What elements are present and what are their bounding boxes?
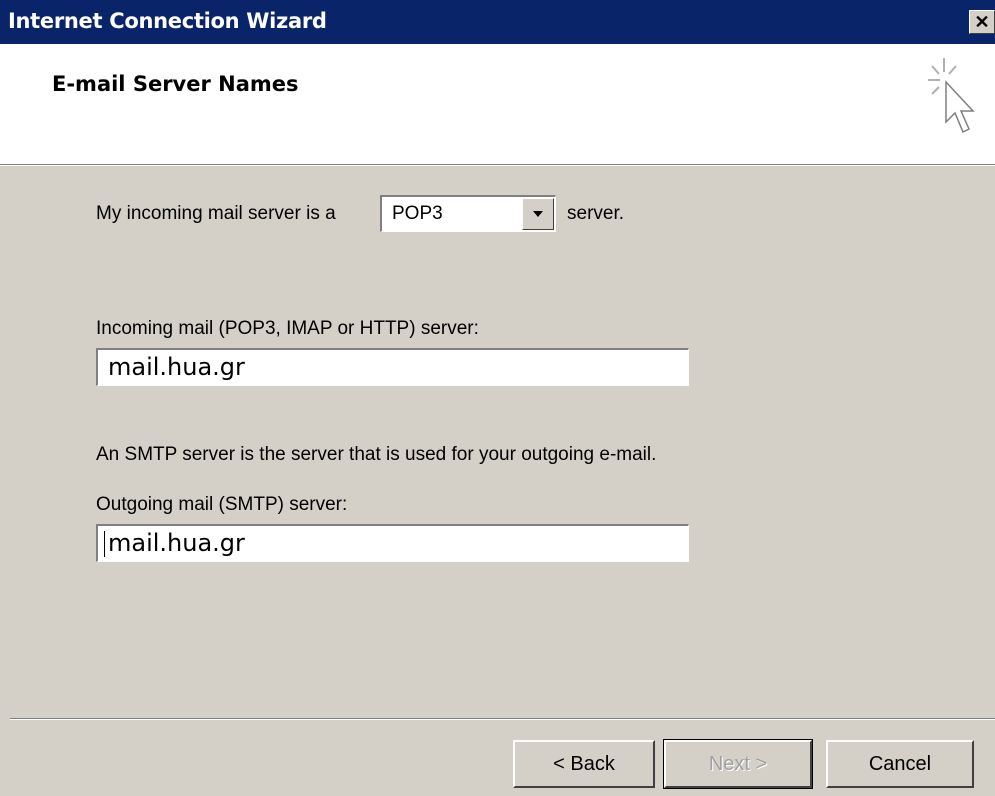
incoming-server-label: Incoming mail (POP3, IMAP or HTTP) serve…	[96, 318, 479, 339]
server-type-suffix: server.	[567, 203, 625, 224]
page-title: E-mail Server Names	[52, 72, 299, 96]
outgoing-server-input[interactable]: mail.hua.gr	[96, 524, 689, 562]
dropdown-arrow-button[interactable]	[522, 198, 554, 230]
close-button[interactable]: ✕	[969, 10, 995, 34]
back-button[interactable]: < Back	[513, 740, 655, 788]
wizard-header	[0, 44, 995, 164]
incoming-server-value: mail.hua.gr	[108, 353, 245, 381]
chevron-down-icon	[533, 211, 543, 217]
wizard-cursor-icon	[928, 58, 975, 134]
smtp-description: An SMTP server is the server that is use…	[96, 444, 657, 465]
server-type-label: My incoming mail server is a	[96, 203, 336, 224]
server-type-value: POP3	[392, 203, 443, 224]
outgoing-server-value: mail.hua.gr	[108, 529, 245, 557]
close-icon: ✕	[974, 12, 990, 32]
footer-separator-highlight	[10, 719, 995, 720]
server-type-dropdown[interactable]: POP3	[380, 195, 556, 232]
next-button[interactable]: Next >	[663, 739, 813, 789]
text-caret	[104, 531, 105, 557]
incoming-server-input[interactable]: mail.hua.gr	[96, 348, 689, 386]
outgoing-server-label: Outgoing mail (SMTP) server:	[96, 494, 348, 515]
window-title: Internet Connection Wizard	[8, 9, 327, 33]
cancel-button[interactable]: Cancel	[826, 740, 974, 788]
header-separator-highlight	[0, 165, 995, 166]
